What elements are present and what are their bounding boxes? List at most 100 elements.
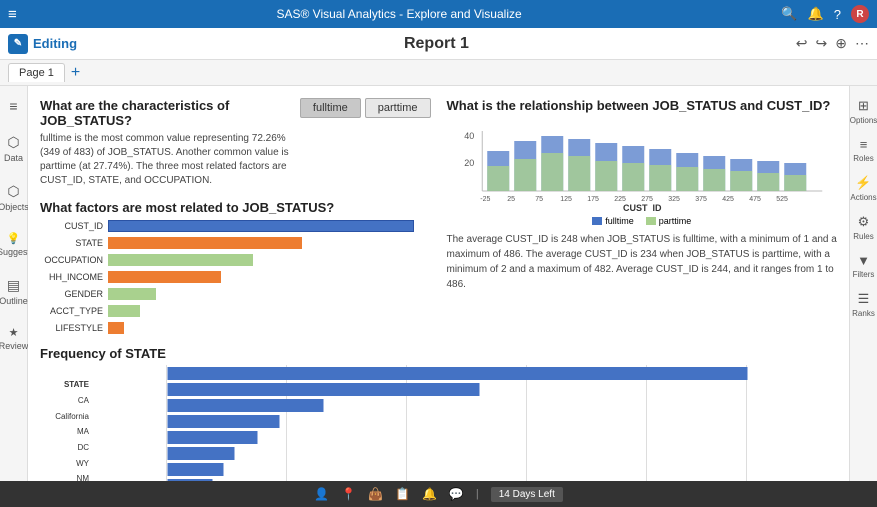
freq-bars-area: 0 10 20 30 40 50 Frequency bbox=[96, 365, 837, 481]
outline-label: Outline bbox=[0, 296, 28, 306]
bar-wy bbox=[168, 431, 258, 444]
bar-california bbox=[168, 383, 480, 396]
undo-icon[interactable]: ↩ bbox=[796, 35, 808, 52]
bar-gender bbox=[108, 288, 156, 300]
separator: | bbox=[476, 488, 479, 500]
status-icon-4[interactable]: 📋 bbox=[395, 487, 410, 501]
fulltime-label: fulltime bbox=[605, 216, 634, 226]
sidebar-item-outline[interactable]: ▤ Outline bbox=[0, 273, 30, 310]
sidebar-item-rules[interactable]: ⚙ Rules bbox=[850, 210, 877, 245]
objects-icon: ⬡ bbox=[7, 183, 19, 200]
second-bar-right: ↩ ↪ ⊕ ⋯ bbox=[796, 35, 869, 52]
section1-desc: fulltime is the most common value repres… bbox=[40, 132, 292, 188]
svg-text:375: 375 bbox=[695, 196, 707, 203]
hamburger-icon[interactable]: ≡ bbox=[8, 6, 17, 23]
bar-row-gender: GENDER bbox=[40, 287, 431, 301]
ranks-label: Ranks bbox=[852, 309, 875, 318]
bar-ca bbox=[168, 367, 748, 380]
svg-text:75: 75 bbox=[535, 196, 543, 203]
svg-text:525: 525 bbox=[776, 196, 788, 203]
sidebar-item-data[interactable]: ⬡ Data bbox=[2, 130, 25, 167]
suggest-label: Suggest bbox=[0, 247, 30, 257]
review-icon: ★ bbox=[9, 326, 19, 339]
state-ca: CA bbox=[78, 396, 89, 405]
page-1-tab[interactable]: Page 1 bbox=[8, 63, 65, 82]
filters-label: Filters bbox=[853, 270, 875, 279]
section3-desc: The average CUST_ID is 248 when JOB_STAT… bbox=[447, 232, 838, 292]
svg-text:225: 225 bbox=[614, 196, 626, 203]
frequency-chart: STATE CA California MA DC WY NM OK TN bbox=[40, 365, 837, 481]
actions-icon: ⚡ bbox=[855, 175, 871, 191]
svg-text:CUST_ID: CUST_ID bbox=[622, 203, 661, 211]
status-icon-5[interactable]: 🔔 bbox=[422, 487, 437, 501]
svg-text:25: 25 bbox=[507, 196, 515, 203]
svg-text:20: 20 bbox=[464, 158, 474, 168]
sidebar-item-review[interactable]: ★ Review bbox=[0, 322, 30, 355]
options-label: Options bbox=[850, 116, 877, 125]
tabs-bar: Page 1 + bbox=[0, 60, 877, 86]
add-page-button[interactable]: + bbox=[71, 64, 80, 82]
section2-title: What factors are most related to JOB_STA… bbox=[40, 200, 431, 215]
status-icon-1[interactable]: 👤 bbox=[314, 487, 329, 501]
bar-ma bbox=[168, 399, 324, 412]
editing-icon: ✎ bbox=[8, 34, 28, 54]
options-icon: ⊞ bbox=[858, 98, 869, 114]
bar-nm bbox=[168, 447, 235, 460]
fulltime-color bbox=[592, 217, 602, 225]
state-nm: NM bbox=[77, 474, 89, 481]
filter-fulltime-btn[interactable]: fulltime bbox=[300, 98, 361, 118]
editing-label: Editing bbox=[33, 36, 77, 51]
bar-ok bbox=[168, 463, 224, 476]
state-label-header: STATE bbox=[64, 380, 89, 389]
help-icon[interactable]: ? bbox=[834, 7, 841, 22]
filters-icon: ▼ bbox=[857, 253, 870, 268]
bar-row-custid: CUST_ID bbox=[40, 219, 431, 233]
sidebar-item-options[interactable]: ⊞ Options bbox=[850, 94, 877, 129]
status-bar: 👤 📍 👜 📋 🔔 💬 | 14 Days Left bbox=[0, 481, 877, 507]
status-icon-3[interactable]: 👜 bbox=[368, 487, 383, 501]
bar-row-hhincome: HH_INCOME bbox=[40, 270, 431, 284]
bar-dc bbox=[168, 415, 280, 428]
add-icon[interactable]: ⊕ bbox=[835, 35, 847, 52]
sidebar-item-roles[interactable]: ≡ Roles bbox=[850, 133, 877, 167]
redo-icon[interactable]: ↪ bbox=[816, 35, 828, 52]
parttime-label: parttime bbox=[659, 216, 692, 226]
status-icon-6[interactable]: 💬 bbox=[449, 487, 464, 501]
notification-icon[interactable]: 🔔 bbox=[808, 6, 824, 22]
svg-text:175: 175 bbox=[587, 196, 599, 203]
editing-badge: ✎ Editing bbox=[8, 34, 77, 54]
sidebar-item-ranks[interactable]: ☰ Ranks bbox=[850, 287, 877, 322]
freq-y-labels: STATE CA California MA DC WY NM OK TN bbox=[40, 365, 92, 481]
section3-title: What is the relationship between JOB_STA… bbox=[447, 98, 838, 113]
filter-parttime-btn[interactable]: parttime bbox=[365, 98, 431, 118]
legend-parttime: parttime bbox=[646, 216, 692, 226]
status-icon-2[interactable]: 📍 bbox=[341, 487, 356, 501]
user-avatar[interactable]: R bbox=[851, 5, 869, 23]
bar-row-accttype: ACCT_TYPE bbox=[40, 304, 431, 318]
legend-fulltime: fulltime bbox=[592, 216, 634, 226]
roles-icon: ≡ bbox=[860, 137, 868, 152]
bar-lifestyle bbox=[108, 322, 124, 334]
top-bar-icons: 🔍 🔔 ? R bbox=[781, 5, 869, 23]
state-dc: DC bbox=[77, 443, 89, 452]
content-area: What are the characteristics of JOB_STAT… bbox=[28, 86, 849, 481]
sidebar-item-menu[interactable]: ≡ bbox=[7, 94, 19, 118]
more-icon[interactable]: ⋯ bbox=[855, 35, 869, 52]
days-left-badge: 14 Days Left bbox=[491, 487, 563, 502]
actions-label: Actions bbox=[850, 193, 876, 202]
bar-occupation bbox=[108, 254, 253, 266]
top-section: What are the characteristics of JOB_STAT… bbox=[40, 98, 837, 338]
main-layout: ≡ ⬡ Data ⬡ Objects 💡 Suggest ▤ Outline ★… bbox=[0, 86, 877, 481]
sidebar-item-actions[interactable]: ⚡ Actions bbox=[850, 171, 877, 206]
rules-icon: ⚙ bbox=[858, 214, 870, 230]
frequency-svg: 0 10 20 30 40 50 Frequency bbox=[96, 365, 837, 481]
svg-text:-25: -25 bbox=[480, 196, 490, 203]
menu-icon: ≡ bbox=[9, 98, 17, 114]
filter-buttons: fulltime parttime bbox=[300, 98, 431, 118]
sidebar-item-objects[interactable]: ⬡ Objects bbox=[0, 179, 31, 216]
second-bar: ✎ Editing Report 1 ↩ ↪ ⊕ ⋯ bbox=[0, 28, 877, 60]
data-icon: ⬡ bbox=[7, 134, 19, 151]
roles-label: Roles bbox=[853, 154, 873, 163]
sidebar-item-filters[interactable]: ▼ Filters bbox=[850, 249, 877, 283]
search-icon[interactable]: 🔍 bbox=[781, 6, 797, 22]
